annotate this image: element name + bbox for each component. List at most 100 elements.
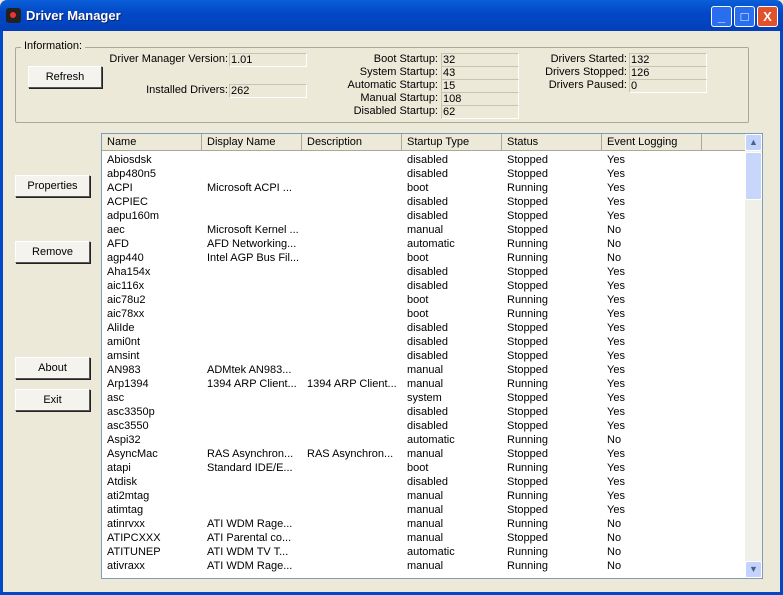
table-row[interactable]: abp480n5 disabled Stopped Yes <box>102 167 746 181</box>
cell-name: ati2mtag <box>107 490 150 502</box>
table-row[interactable]: adpu160m disabled Stopped Yes <box>102 209 746 223</box>
table-row[interactable]: aic78u2 boot Running Yes <box>102 293 746 307</box>
cell-startup-type: disabled <box>407 280 448 292</box>
table-row[interactable]: ATITUNEP ATI WDM TV T... automatic Running N… <box>102 545 746 559</box>
cell-name: AN983 <box>107 364 141 376</box>
startup-field: 108 <box>441 92 519 106</box>
cell-event-logging: Yes <box>607 154 625 166</box>
minimize-button[interactable]: _ <box>711 6 732 27</box>
cell-status: Stopped <box>507 266 548 278</box>
cell-startup-type: manual <box>407 532 444 544</box>
column-header-description[interactable]: Description <box>302 134 402 151</box>
maximize-button[interactable]: □ <box>734 6 755 27</box>
cell-event-logging: Yes <box>607 392 625 404</box>
table-row[interactable]: Abiosdsk disabled Stopped Yes <box>102 153 746 167</box>
table-row[interactable]: ati2mtag manual Running Yes <box>102 489 746 503</box>
installed-field: 262 <box>229 84 307 98</box>
cell-display-name: AFD Networking... <box>207 238 297 250</box>
app-icon[interactable] <box>6 8 21 23</box>
column-header-name[interactable]: Name <box>102 134 202 151</box>
cell-name: atapi <box>107 462 131 474</box>
table-row[interactable]: atapi Standard IDE/E... boot Running Yes <box>102 461 746 475</box>
column-header-event-logging[interactable]: Event Logging <box>602 134 702 151</box>
table-row[interactable]: aic78xx boot Running Yes <box>102 307 746 321</box>
cell-startup-type: disabled <box>407 420 448 432</box>
cell-name: adpu160m <box>107 210 159 222</box>
table-row[interactable]: ami0nt disabled Stopped Yes <box>102 335 746 349</box>
table-row[interactable]: atinrvxx ATI WDM Rage... manual Running No <box>102 517 746 531</box>
cell-display-name: ATI WDM Rage... <box>207 518 293 530</box>
cell-event-logging: Yes <box>607 420 625 432</box>
cell-name: asc3550 <box>107 420 149 432</box>
cell-status: Stopped <box>507 168 548 180</box>
cell-startup-type: manual <box>407 518 444 530</box>
version-label: Driver Manager Version: <box>109 53 228 65</box>
cell-display-name: Intel AGP Bus Fil... <box>207 252 300 264</box>
cell-startup-type: disabled <box>407 406 448 418</box>
table-row[interactable]: AsyncMac RAS Asynchron... RAS Asynchron...… <box>102 447 746 461</box>
cell-startup-type: boot <box>407 182 429 194</box>
cell-status: Stopped <box>507 154 548 166</box>
vertical-scrollbar[interactable]: ▲ ▼ <box>745 134 762 578</box>
table-row[interactable]: amsint disabled Stopped Yes <box>102 349 746 363</box>
column-header-display-name[interactable]: Display Name <box>202 134 302 151</box>
cell-startup-type: disabled <box>407 476 448 488</box>
scroll-down-icon[interactable]: ▼ <box>745 561 762 578</box>
column-header-startup-type[interactable]: Startup Type <box>402 134 502 151</box>
cell-display-name: Microsoft Kernel ... <box>207 224 299 236</box>
cell-status: Stopped <box>507 504 548 516</box>
table-row[interactable]: agp440 Intel AGP Bus Fil... boot Running No <box>102 251 746 265</box>
cell-display-name: ATI WDM Rage... <box>207 560 293 572</box>
driver-list[interactable]: Name Display Name Description Startup Type S… <box>101 133 763 579</box>
table-row[interactable]: asc system Stopped Yes <box>102 391 746 405</box>
scroll-up-icon[interactable]: ▲ <box>745 134 762 151</box>
cell-event-logging: Yes <box>607 196 625 208</box>
table-row[interactable]: ATIPCXXX ATI Parental co... manual Stopped N… <box>102 531 746 545</box>
close-button[interactable]: X <box>757 6 778 27</box>
scroll-thumb[interactable] <box>745 152 762 200</box>
about-button[interactable]: About <box>15 357 90 379</box>
cell-event-logging: No <box>607 560 622 572</box>
table-row[interactable]: AN983 ADMtek AN983... manual Stopped Yes <box>102 363 746 377</box>
startup-label: System Startup: <box>359 66 438 78</box>
exit-button[interactable]: Exit <box>15 389 90 411</box>
remove-button[interactable]: Remove <box>15 241 90 263</box>
table-row[interactable]: ACPI Microsoft ACPI ... boot Running Yes <box>102 181 746 195</box>
table-row[interactable]: AFD AFD Networking... automatic Running No <box>102 237 746 251</box>
cell-event-logging: Yes <box>607 336 625 348</box>
table-row[interactable]: AliIde disabled Stopped Yes <box>102 321 746 335</box>
list-header: Name Display Name Description Startup Type S… <box>102 134 746 151</box>
cell-startup-type: disabled <box>407 196 448 208</box>
cell-startup-type: boot <box>407 308 429 320</box>
column-header-status[interactable]: Status <box>502 134 602 151</box>
cell-event-logging: Yes <box>607 168 625 180</box>
cell-status: Running <box>507 238 548 250</box>
cell-startup-type: disabled <box>407 350 448 362</box>
table-row[interactable]: asc3550 disabled Stopped Yes <box>102 419 746 433</box>
column-header-filler <box>702 134 746 151</box>
cell-display-name: Microsoft ACPI ... <box>207 182 292 194</box>
table-row[interactable]: aec Microsoft Kernel ... manual Stopped No <box>102 223 746 237</box>
table-row[interactable]: Atdisk disabled Stopped Yes <box>102 475 746 489</box>
table-row[interactable]: Aha154x disabled Stopped Yes <box>102 265 746 279</box>
cell-status: Stopped <box>507 350 548 362</box>
cell-status: Stopped <box>507 448 548 460</box>
cell-name: aec <box>107 224 125 236</box>
table-row[interactable]: ativraxx ATI WDM Rage... manual Running No <box>102 559 746 573</box>
cell-event-logging: Yes <box>607 476 625 488</box>
cell-display-name: ADMtek AN983... <box>207 364 292 376</box>
status-field: 132 <box>629 53 707 67</box>
cell-display-name: ATI Parental co... <box>207 532 292 544</box>
table-row[interactable]: aic116x disabled Stopped Yes <box>102 279 746 293</box>
cell-status: Running <box>507 182 548 194</box>
table-row[interactable]: ACPIEC disabled Stopped Yes <box>102 195 746 209</box>
table-row[interactable]: Arp1394 1394 ARP Client... 1394 ARP Client… <box>102 377 746 391</box>
properties-button[interactable]: Properties <box>15 175 90 197</box>
cell-name: ATITUNEP <box>107 546 161 558</box>
cell-name: ATIPCXXX <box>107 532 161 544</box>
cell-startup-type: manual <box>407 448 444 460</box>
refresh-button[interactable]: Refresh <box>28 66 102 88</box>
table-row[interactable]: asc3350p disabled Stopped Yes <box>102 405 746 419</box>
table-row[interactable]: Aspi32 automatic Running No <box>102 433 746 447</box>
table-row[interactable]: atimtag manual Stopped Yes <box>102 503 746 517</box>
